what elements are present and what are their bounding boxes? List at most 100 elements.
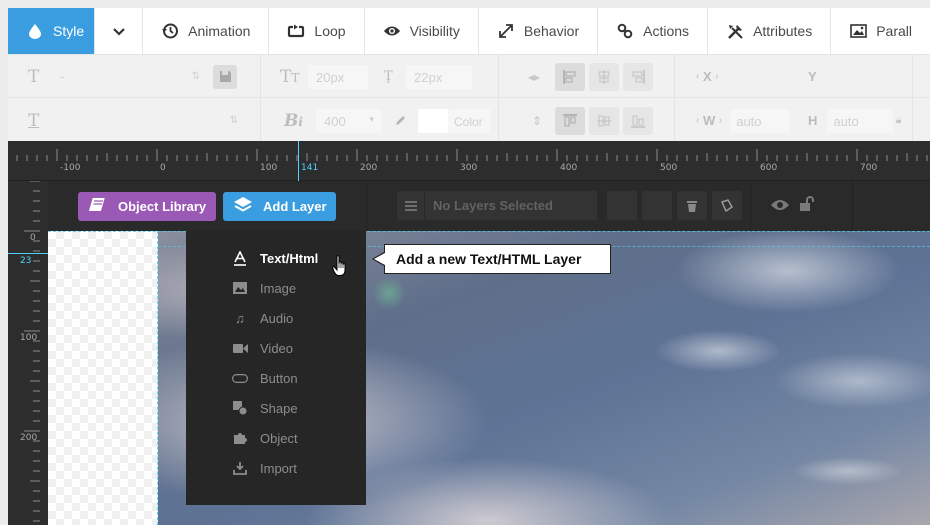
text-transform-select[interactable]: ⇅ (60, 99, 238, 142)
eye-icon[interactable] (770, 198, 790, 217)
vertical-ruler-ticks (24, 181, 40, 522)
menu-item-shape[interactable]: Shape (232, 398, 298, 418)
link-icon (616, 22, 634, 40)
select-arrows-icon: ⇅ (229, 115, 238, 126)
music-note-icon: ♫ (235, 310, 245, 326)
guide-line-horizontal (48, 231, 930, 232)
pencil-icon (394, 99, 407, 142)
vertical-align-icon: ⇕ (532, 113, 543, 128)
menu-item-image[interactable]: Image (232, 278, 296, 298)
puzzle-icon (232, 431, 248, 445)
font-family-icon: T (28, 66, 40, 87)
add-layer-label: Add Layer (263, 199, 327, 214)
height-field[interactable]: H auto (808, 99, 894, 142)
object-library-button[interactable]: Object Library (78, 192, 216, 221)
text-icon (232, 250, 248, 266)
width-field[interactable]: ‹ W › auto (696, 99, 791, 142)
layer-action-button-1[interactable] (607, 191, 637, 220)
menu-item-label: Video (260, 340, 294, 356)
ruler-label: 700 (860, 163, 878, 173)
x-position-field[interactable]: ‹ X › (696, 55, 719, 98)
tab-label: Animation (188, 23, 251, 39)
layer-action-button-2[interactable] (642, 191, 672, 220)
duplicate-layer-button[interactable] (712, 191, 742, 220)
tab-visibility[interactable]: Visibility (365, 8, 479, 54)
align-bottom-button[interactable] (623, 99, 653, 142)
tools-icon (726, 22, 744, 40)
save-font-button[interactable] (213, 55, 237, 98)
x-label: X (702, 69, 712, 84)
book-icon (88, 196, 108, 217)
tab-style[interactable]: Style (8, 8, 96, 54)
menu-item-video[interactable]: Video (232, 338, 293, 358)
ruler-label: 600 (760, 163, 778, 173)
font-weight-icon: Bi (284, 110, 303, 131)
layer-select-placeholder: No Layers Selected (433, 198, 553, 213)
align-left-button[interactable] (555, 55, 585, 98)
align-right-button[interactable] (623, 55, 653, 98)
menu-item-audio[interactable]: ♫ Audio (232, 308, 293, 328)
menu-item-label: Audio (260, 310, 294, 326)
hand-pointer-icon (332, 255, 348, 282)
unlock-icon[interactable] (798, 196, 814, 217)
tab-label: Attributes (753, 23, 813, 39)
line-height-input[interactable]: 22px (406, 55, 472, 98)
trash-icon (687, 200, 697, 212)
tab-loop[interactable]: Loop (269, 8, 365, 54)
tab-label: Style (53, 23, 85, 39)
delete-layer-button[interactable] (677, 191, 707, 220)
tab-attributes[interactable]: Attributes (708, 8, 832, 54)
object-library-label: Object Library (118, 199, 207, 214)
tab-label: Parall (876, 23, 912, 39)
color-picker[interactable]: Color (418, 99, 490, 142)
horizontal-align-icon: ◂▸ (528, 69, 541, 84)
save-icon (213, 64, 237, 89)
w-label: W (702, 113, 716, 128)
menu-item-label: Button (260, 370, 298, 386)
add-layer-button[interactable]: Add Layer (223, 192, 336, 221)
ruler-label: 500 (660, 163, 678, 173)
ruler-label: 400 (560, 163, 578, 173)
editor-tabs: Style Animation Loop Visibility Behavior… (8, 8, 930, 54)
ruler-label: 200 (360, 163, 378, 173)
layer-toolbar: Object Library Add Layer No Layers Selec… (48, 181, 930, 231)
tab-actions[interactable]: Actions (598, 8, 709, 54)
image-icon (232, 282, 248, 294)
align-center-button[interactable] (589, 55, 619, 98)
menu-item-object[interactable]: Object (232, 428, 298, 448)
layer-select[interactable]: No Layers Selected (397, 191, 597, 220)
shape-icon (232, 401, 248, 415)
slide-canvas[interactable] (48, 231, 930, 525)
menu-item-label: Image (260, 280, 297, 296)
menu-item-import[interactable]: Import (232, 458, 297, 478)
tab-label: Visibility (409, 23, 460, 39)
menu-item-button[interactable]: Button (232, 368, 298, 388)
menu-item-label: Shape (260, 400, 298, 416)
align-top-button[interactable] (555, 99, 585, 142)
tab-parallax[interactable]: Parall (831, 8, 930, 54)
tab-more-dropdown[interactable] (95, 8, 144, 54)
style-settings-panel: T - ⇅ TT 20px Ţ 22px ◂▸ ‹ X › Y T ⇅ Bi 4… (8, 54, 930, 142)
lens-flare (372, 276, 406, 310)
vertical-ruler-marker (8, 253, 48, 254)
tooltip-text: Add a new Text/HTML Layer (396, 251, 582, 267)
line-height-icon: Ţ (384, 69, 393, 84)
guide-line-vertical (157, 231, 158, 525)
y-label: Y (808, 69, 817, 84)
font-weight-select[interactable]: 400 ▾ (316, 99, 382, 142)
resize-icon (497, 22, 515, 40)
tab-animation[interactable]: Animation (143, 8, 270, 54)
font-size-input[interactable]: 20px (308, 55, 368, 98)
aspect-lock-icon[interactable]: 🔒︎ (896, 99, 901, 142)
w-value: auto (736, 113, 762, 129)
select-arrows-icon: ⇅ (191, 71, 200, 82)
vertical-ruler: 0 23 100 200 (8, 181, 48, 525)
align-middle-button[interactable] (589, 99, 619, 142)
ruler-position-marker (298, 141, 299, 181)
tab-behavior[interactable]: Behavior (479, 8, 599, 54)
menu-item-text-html[interactable]: Text/Html (232, 248, 318, 268)
font-family-select[interactable]: - ⇅ (60, 55, 200, 98)
y-position-field[interactable]: Y (808, 55, 817, 98)
ruler-ticks (16, 149, 928, 161)
font-size-icon: TT (280, 66, 300, 87)
